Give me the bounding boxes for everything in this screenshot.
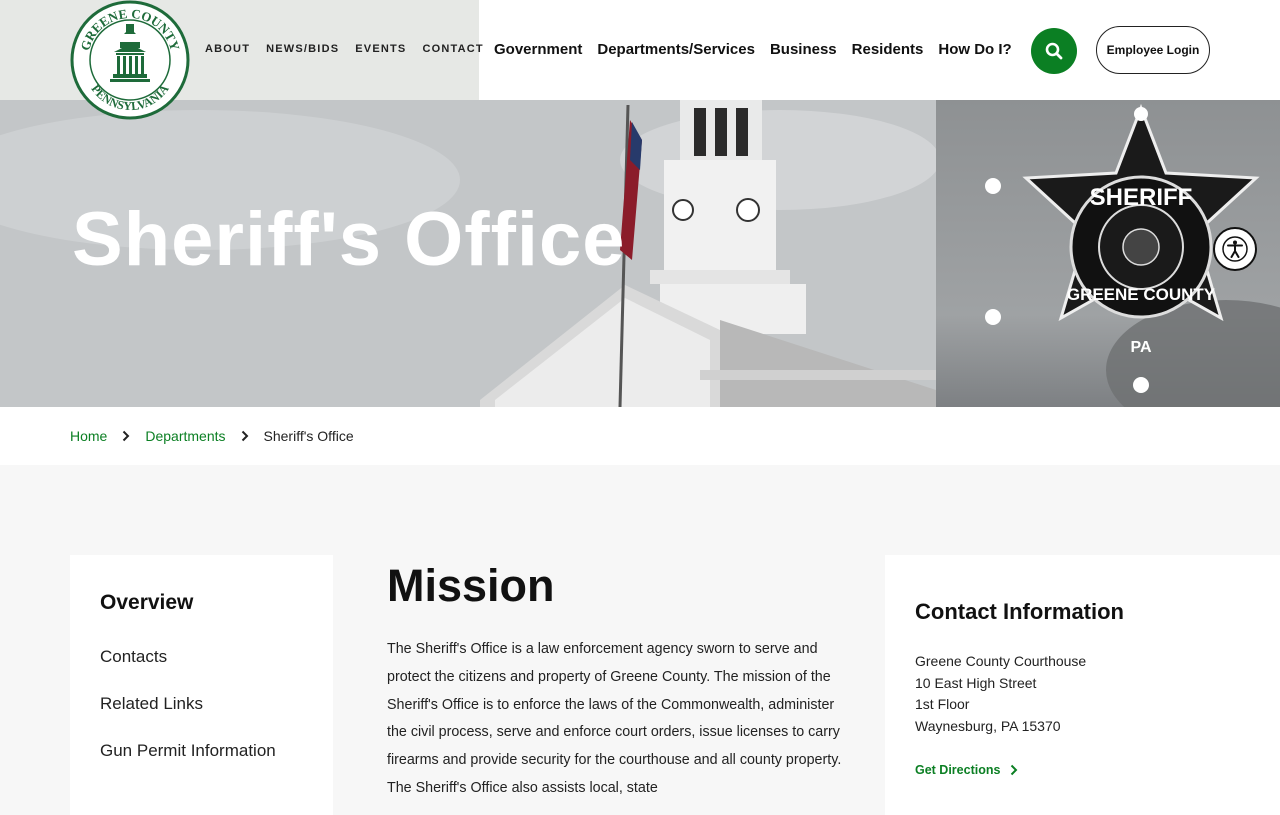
- util-nav-news-bids[interactable]: NEWS/BIDS: [266, 43, 339, 55]
- breadcrumb: Home Departments Sheriff's Office: [0, 407, 1280, 465]
- page-title: Sheriff's Office: [72, 197, 626, 282]
- utility-nav: ABOUT NEWS/BIDS EVENTS CONTACT: [205, 43, 484, 55]
- sidebar-nav: Overview Contacts Related Links Gun Perm…: [70, 555, 333, 815]
- svg-text:GREENE COUNTY: GREENE COUNTY: [1067, 285, 1216, 304]
- main-nav-business[interactable]: Business: [770, 41, 837, 58]
- get-directions-link[interactable]: Get Directions: [915, 763, 1255, 777]
- main-content: Mission The Sheriff's Office is a law en…: [387, 560, 857, 803]
- address-line: Greene County Courthouse: [915, 653, 1087, 669]
- search-icon: [1045, 42, 1063, 60]
- contact-card: Contact Information Greene County Courth…: [885, 555, 1280, 815]
- main-nav: Government Departments/Services Business…: [494, 41, 1012, 58]
- accessibility-button[interactable]: [1213, 227, 1257, 271]
- contact-heading: Contact Information: [915, 599, 1124, 624]
- breadcrumb-home[interactable]: Home: [70, 428, 107, 444]
- sidebar-item-related-links[interactable]: Related Links: [100, 694, 303, 714]
- address-line: 10 East High Street: [915, 674, 1037, 691]
- hero-banner: SHERIFF GREENE COUNTY PA Sheriff's Offic…: [0, 100, 1280, 407]
- breadcrumb-departments[interactable]: Departments: [145, 428, 225, 444]
- sidebar-heading[interactable]: Overview: [100, 591, 303, 615]
- search-button[interactable]: [1031, 28, 1077, 74]
- address-line: Waynesburg, PA 15370: [915, 717, 1061, 734]
- county-seal-logo[interactable]: GREENE COUNTY PENNSYLVANIA: [70, 0, 190, 120]
- main-nav-how-do-i[interactable]: How Do I?: [938, 41, 1011, 58]
- util-nav-about[interactable]: ABOUT: [205, 43, 250, 55]
- address-line: 1st Floor: [915, 696, 970, 712]
- main-nav-government[interactable]: Government: [494, 41, 582, 58]
- svg-text:SHERIFF: SHERIFF: [1090, 184, 1193, 211]
- svg-text:PA: PA: [1130, 339, 1151, 356]
- chevron-right-icon: [1011, 764, 1018, 776]
- breadcrumb-current: Sheriff's Office: [263, 428, 354, 444]
- sidebar-item-gun-permit[interactable]: Gun Permit Information: [100, 741, 303, 761]
- sidebar-item-contacts[interactable]: Contacts: [100, 647, 303, 667]
- util-nav-contact[interactable]: CONTACT: [422, 43, 483, 55]
- accessibility-icon: [1222, 236, 1248, 262]
- mission-text: The Sheriff's Office is a law enforcemen…: [387, 641, 842, 796]
- chevron-right-icon: [241, 430, 249, 442]
- site-header: GREENE COUNTY PENNSYLVANIA ABOUT NEWS/BI…: [0, 0, 1280, 120]
- main-nav-residents[interactable]: Residents: [852, 41, 924, 58]
- main-nav-departments[interactable]: Departments/Services: [597, 41, 755, 58]
- chevron-right-icon: [122, 430, 130, 442]
- employee-login-button[interactable]: Employee Login: [1096, 26, 1210, 74]
- section-heading: Mission: [387, 560, 555, 611]
- util-nav-events[interactable]: EVENTS: [355, 43, 406, 55]
- get-directions-label: Get Directions: [915, 763, 1001, 777]
